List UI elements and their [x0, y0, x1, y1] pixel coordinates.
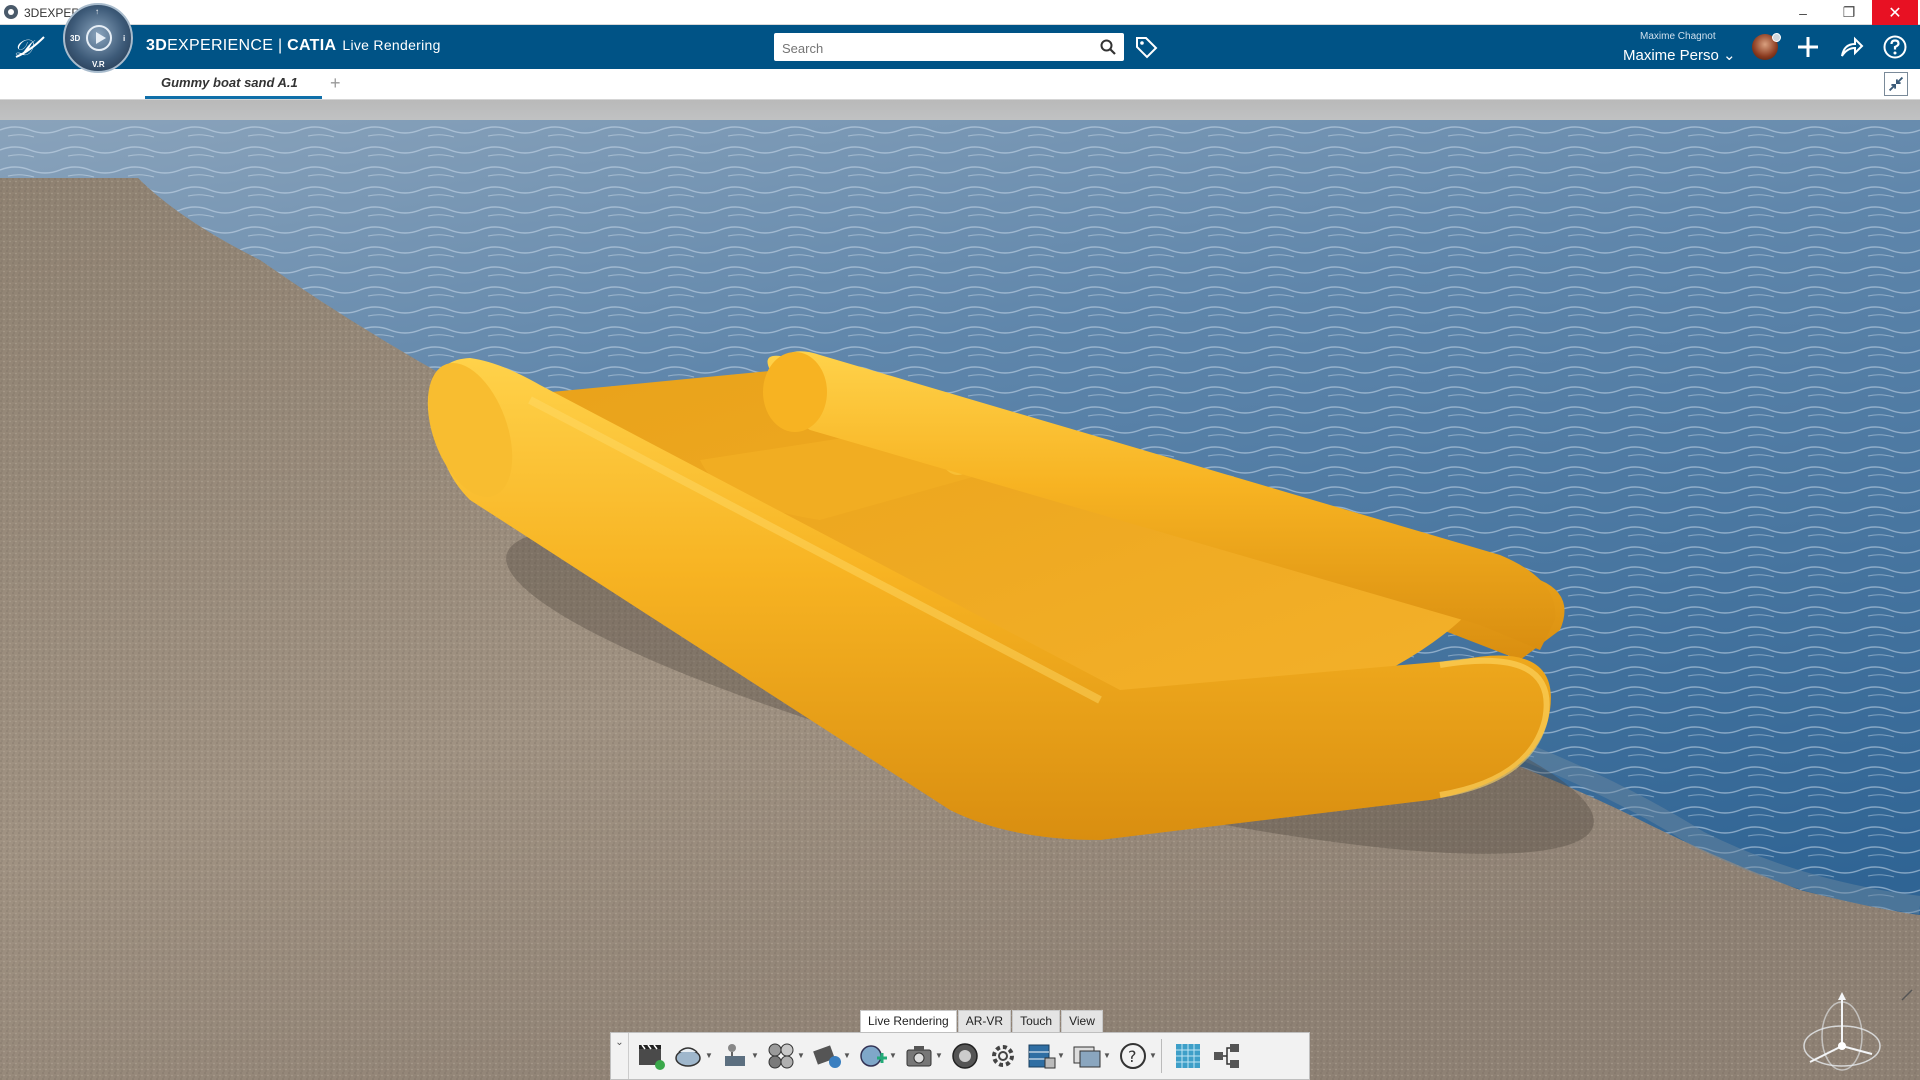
- brand-catia: CATIA: [287, 37, 337, 54]
- environment-dropdown-icon[interactable]: ▼: [705, 1040, 713, 1072]
- compass-north-label: ↑: [95, 7, 99, 16]
- presence-icon: [1772, 33, 1781, 42]
- action-bar: ⌄ ▼ ▼ ▼ ▼ ▼ ▼ ▼ ▼ ? ▼: [610, 1032, 1310, 1080]
- lighting-dropdown-icon[interactable]: ▼: [751, 1040, 759, 1072]
- structure-icon[interactable]: [1210, 1040, 1242, 1072]
- tab-bar: Gummy boat sand A.1 +: [0, 69, 1920, 100]
- compass-3d-label: 3D: [70, 34, 81, 43]
- brand-3d: 3D: [146, 37, 168, 54]
- resize-handle-icon[interactable]: [1900, 988, 1914, 1002]
- lighting-icon[interactable]: [719, 1040, 751, 1072]
- minimize-button[interactable]: –: [1780, 0, 1826, 25]
- materials-dropdown-icon[interactable]: ▼: [797, 1040, 805, 1072]
- brand-experience: EXPERIENCE |: [167, 37, 288, 54]
- compass-info-label: i: [123, 34, 126, 43]
- share-icon[interactable]: [1838, 34, 1864, 60]
- tab-gummy-boat[interactable]: Gummy boat sand A.1: [145, 69, 322, 99]
- toolbar-separator: [1161, 1039, 1162, 1073]
- action-bar-tabs: Live Rendering AR-VR Touch View: [860, 1010, 1104, 1032]
- app-name: Live Rendering: [342, 37, 441, 53]
- action-bar-collapse-button[interactable]: ⌄: [611, 1033, 629, 1079]
- collapse-view-icon[interactable]: [1884, 72, 1908, 96]
- 3d-viewport[interactable]: [0, 100, 1920, 1080]
- close-button[interactable]: ✕: [1872, 0, 1918, 25]
- compass-widget[interactable]: ↑ 3D i V.R: [63, 3, 133, 73]
- svg-text:?: ?: [1128, 1047, 1137, 1066]
- app-header: 𝒟 3DEXPERIENCE | CATIALive Rendering Max…: [0, 25, 1920, 69]
- environment-icon[interactable]: [673, 1040, 705, 1072]
- camera-object-icon[interactable]: [811, 1040, 843, 1072]
- tag-icon[interactable]: [1134, 35, 1158, 59]
- search-box[interactable]: [774, 33, 1124, 61]
- help-icon[interactable]: [1882, 34, 1908, 60]
- help-icon[interactable]: ?: [1117, 1040, 1149, 1072]
- capture-icon[interactable]: [903, 1040, 935, 1072]
- add-tab-button[interactable]: +: [330, 73, 341, 94]
- restore-button[interactable]: ❐: [1826, 0, 1872, 25]
- image-gallery-dropdown-icon[interactable]: ▼: [1103, 1040, 1111, 1072]
- help-dropdown-icon[interactable]: ▼: [1149, 1040, 1157, 1072]
- settings-icon[interactable]: [987, 1040, 1019, 1072]
- database-dropdown-icon[interactable]: ▼: [1057, 1040, 1065, 1072]
- dassault-logo-icon: 𝒟: [12, 33, 48, 61]
- add-camera-icon[interactable]: [857, 1040, 889, 1072]
- search-input[interactable]: [780, 37, 1084, 59]
- compass-vr-label: V.R: [92, 60, 105, 69]
- camera-object-dropdown-icon[interactable]: ▼: [843, 1040, 851, 1072]
- add-camera-dropdown-icon[interactable]: ▼: [889, 1040, 897, 1072]
- plus-icon[interactable]: [1795, 34, 1821, 60]
- image-gallery-icon[interactable]: [1071, 1040, 1103, 1072]
- compass-play-icon[interactable]: [86, 25, 112, 51]
- tab-live-rendering[interactable]: Live Rendering: [860, 1010, 957, 1032]
- database-icon[interactable]: [1025, 1040, 1057, 1072]
- tab-view[interactable]: View: [1061, 1010, 1103, 1032]
- app-brand: 3DEXPERIENCE | CATIA Live Rendering: [146, 37, 441, 55]
- materials-icon[interactable]: [765, 1040, 797, 1072]
- view-compass-icon[interactable]: [1792, 986, 1892, 1080]
- capture-dropdown-icon[interactable]: ▼: [935, 1040, 943, 1072]
- user-menu[interactable]: Maxime Perso ⌄: [1623, 46, 1736, 64]
- render-video-icon[interactable]: [635, 1040, 667, 1072]
- window-title-bar: 3DEXPERIENCE – ❐ ✕: [0, 0, 1920, 25]
- tab-touch[interactable]: Touch: [1012, 1010, 1061, 1032]
- ground-grid-icon[interactable]: [1172, 1040, 1204, 1072]
- rendered-scene[interactable]: [0, 100, 1920, 1080]
- user-subtitle: Maxime Chagnot: [1640, 31, 1716, 42]
- app-logo-icon: [4, 5, 18, 19]
- shutter-icon[interactable]: [949, 1040, 981, 1072]
- tab-ar-vr[interactable]: AR-VR: [957, 1010, 1012, 1032]
- search-icon[interactable]: [1100, 39, 1116, 55]
